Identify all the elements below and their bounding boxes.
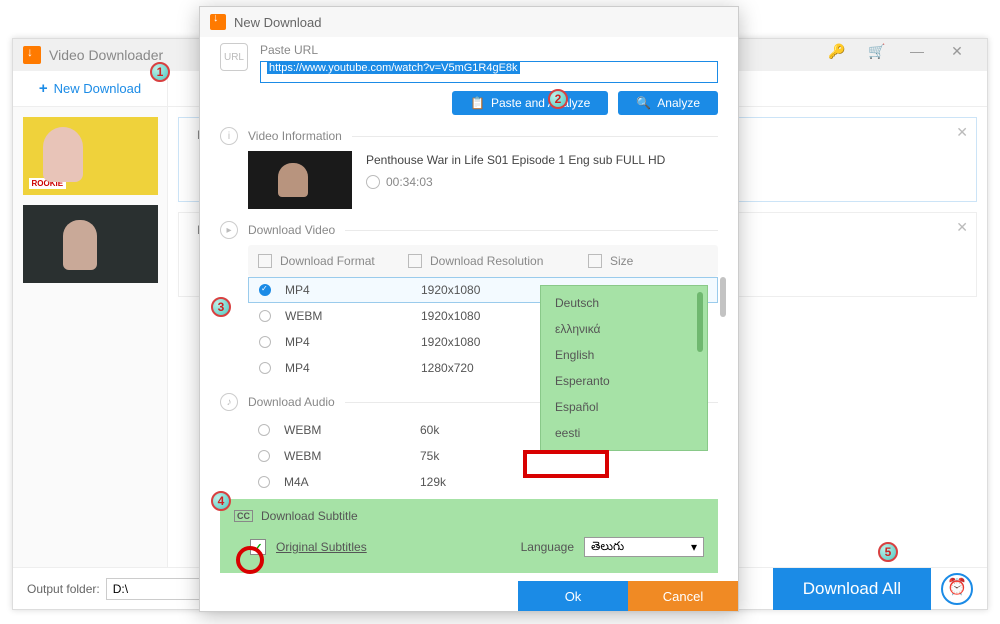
language-dropdown[interactable]: DeutschελληνικάEnglishEsperantoEspañolee… xyxy=(540,285,708,451)
plus-icon: + xyxy=(39,80,48,97)
video-table-header: Download Format Download Resolution Size xyxy=(248,245,718,277)
radio-icon xyxy=(259,284,271,296)
paste-url-label: Paste URL xyxy=(260,43,718,57)
language-label: Language xyxy=(521,540,574,554)
download-all-button[interactable]: Download All xyxy=(773,568,931,610)
radio-icon xyxy=(258,476,270,488)
audio-format-row[interactable]: M4A 129k xyxy=(248,469,718,495)
annotation-badge-1: 1 xyxy=(150,62,170,82)
app-logo-icon xyxy=(23,46,41,64)
format-cell: MP4 xyxy=(285,361,421,375)
annotation-badge-2: 2 xyxy=(548,89,568,109)
output-folder-label: Output folder: xyxy=(27,582,100,596)
subtitle-panel: CC Download Subtitle Original Subtitles … xyxy=(220,499,718,573)
task-close-icon[interactable]: ✕ xyxy=(956,219,968,236)
language-select[interactable]: తెలుగు▾ xyxy=(584,537,704,557)
info-icon: i xyxy=(220,127,238,145)
url-input[interactable]: https://www.youtube.com/watch?v=V5mG1R4g… xyxy=(260,61,718,83)
annotation-badge-4: 4 xyxy=(211,491,231,511)
close-button[interactable]: ✕ xyxy=(937,43,977,67)
language-option[interactable]: Español xyxy=(541,394,707,420)
size-icon xyxy=(588,254,602,268)
video-thumbnail-2[interactable] xyxy=(23,205,158,283)
ok-button[interactable]: Ok xyxy=(518,581,628,611)
annotation-highlight-english xyxy=(523,450,609,478)
format-cell: WEBM xyxy=(285,309,421,323)
lang-scrollbar[interactable] xyxy=(697,292,703,352)
radio-icon xyxy=(259,336,271,348)
minimize-button[interactable]: — xyxy=(897,43,937,67)
radio-icon xyxy=(258,424,270,436)
radio-icon xyxy=(259,362,271,374)
chevron-down-icon: ▾ xyxy=(691,540,697,554)
analyze-button[interactable]: 🔍Analyze xyxy=(618,91,718,115)
radio-icon xyxy=(258,450,270,462)
clock-icon xyxy=(366,175,380,189)
video-info-header: i Video Information xyxy=(220,127,718,145)
sidebar xyxy=(13,107,168,567)
cc-icon: CC xyxy=(234,510,253,522)
dialog-titlebar: New Download xyxy=(200,7,738,37)
audio-icon: ♪ xyxy=(220,393,238,411)
task-close-icon[interactable]: ✕ xyxy=(956,124,968,141)
format-cell: M4A xyxy=(284,475,420,489)
format-cell: MP4 xyxy=(285,283,421,297)
schedule-icon[interactable] xyxy=(941,573,973,605)
paste-icon: 📋 xyxy=(470,96,485,110)
annotation-badge-5: 5 xyxy=(878,542,898,562)
resolution-icon xyxy=(408,254,422,268)
video-icon: ▸ xyxy=(220,221,238,239)
format-icon xyxy=(258,254,272,268)
video-thumbnail-1[interactable] xyxy=(23,117,158,195)
video-duration: 00:34:03 xyxy=(366,175,665,189)
annotation-highlight-checkbox xyxy=(236,546,264,574)
language-option[interactable]: Deutsch xyxy=(541,290,707,316)
cart-icon[interactable]: 🛒 xyxy=(857,43,897,67)
new-download-dialog: New Download URL Paste URL https://www.y… xyxy=(199,6,739,612)
format-cell: WEBM xyxy=(284,423,420,437)
key-icon[interactable]: 🔑 xyxy=(817,43,857,67)
language-option[interactable]: eesti xyxy=(541,420,707,446)
new-download-label: New Download xyxy=(54,81,141,96)
radio-icon xyxy=(259,310,271,322)
language-option[interactable]: Esperanto xyxy=(541,368,707,394)
format-cell: WEBM xyxy=(284,449,420,463)
download-video-header: ▸ Download Video xyxy=(220,221,718,239)
subtitle-header: Download Subtitle xyxy=(261,509,358,523)
dialog-title: New Download xyxy=(234,15,321,30)
video-scrollbar[interactable] xyxy=(720,277,726,317)
paste-analyze-button[interactable]: 📋Paste and Analyze xyxy=(452,91,608,115)
annotation-badge-3: 3 xyxy=(211,297,231,317)
new-download-button[interactable]: + New Download xyxy=(13,71,168,107)
cancel-button[interactable]: Cancel xyxy=(628,581,738,611)
language-option[interactable]: ελληνικά xyxy=(541,316,707,342)
format-cell: MP4 xyxy=(285,335,421,349)
language-option[interactable]: English xyxy=(541,342,707,368)
search-icon: 🔍 xyxy=(636,96,651,110)
dialog-footer: Ok Cancel xyxy=(200,581,738,611)
url-icon: URL xyxy=(220,43,248,71)
original-subtitles-label: Original Subtitles xyxy=(276,540,367,554)
video-title: Penthouse War in Life S01 Episode 1 Eng … xyxy=(366,153,665,167)
video-preview-thumbnail xyxy=(248,151,352,209)
dialog-logo-icon xyxy=(210,14,226,30)
